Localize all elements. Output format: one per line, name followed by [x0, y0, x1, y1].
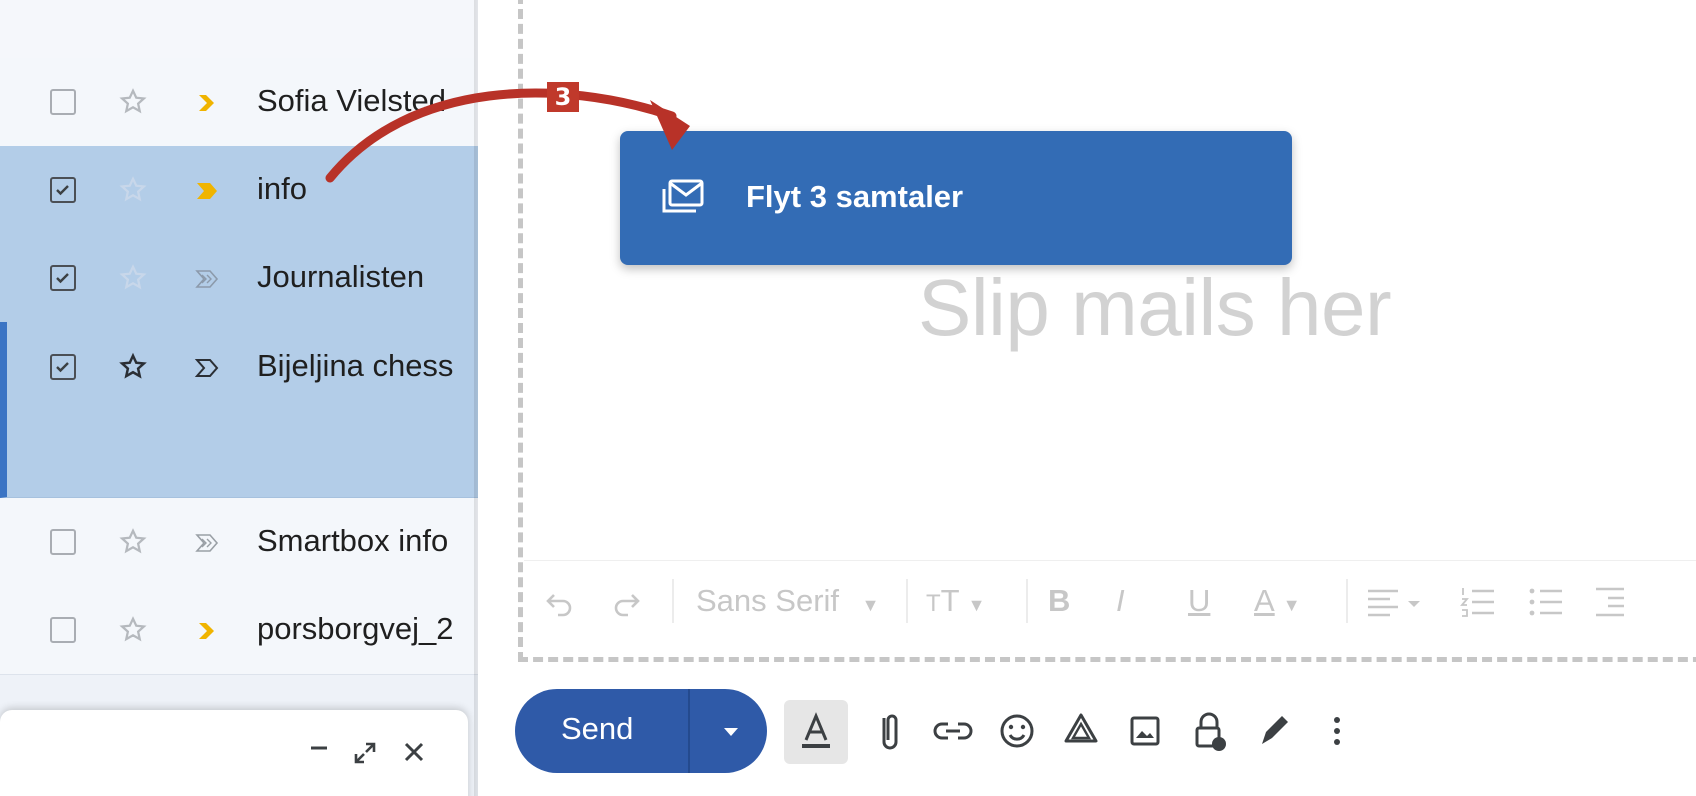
numbered-list-icon[interactable] — [1460, 585, 1496, 619]
text-color-button[interactable]: A ▼ — [1254, 583, 1301, 619]
font-family-select[interactable]: Sans Serif ▼ — [696, 583, 879, 619]
star-icon[interactable] — [118, 527, 148, 557]
link-icon[interactable] — [926, 704, 980, 758]
row-checkbox[interactable] — [50, 89, 76, 115]
indent-icon[interactable] — [1594, 585, 1624, 619]
important-marker-icon[interactable] — [193, 357, 221, 379]
text-size-icon[interactable]: TT ▼ — [926, 583, 985, 619]
minimized-compose-window[interactable] — [0, 710, 468, 796]
email-row[interactable]: info — [0, 146, 478, 235]
email-row[interactable]: Sofia Vielsted — [0, 58, 478, 147]
redo-icon[interactable] — [608, 585, 644, 621]
toolbar-divider — [1026, 579, 1028, 623]
send-button[interactable]: Send — [561, 711, 633, 747]
text-color-label: A — [1254, 583, 1275, 618]
signature-icon[interactable] — [1246, 704, 1300, 758]
compose-window: Slip mails her Sans Serif ▼ TT ▼ B I U A ▼ — [478, 0, 1696, 796]
row-checkbox[interactable] — [50, 265, 76, 291]
bold-button[interactable]: B — [1048, 583, 1070, 619]
close-icon[interactable] — [400, 738, 428, 766]
formatting-toolbar: Sans Serif ▼ TT ▼ B I U A ▼ — [524, 560, 1696, 641]
move-to-inbox-icon — [662, 179, 704, 213]
drop-zone-label: Slip mails her — [918, 263, 1392, 352]
italic-button[interactable]: I — [1116, 583, 1125, 619]
emoji-icon[interactable] — [990, 704, 1044, 758]
send-button-group[interactable]: Send — [515, 689, 767, 773]
important-marker-icon[interactable] — [193, 268, 221, 290]
undo-icon[interactable] — [542, 585, 578, 621]
inbox-toolbar — [0, 0, 478, 59]
sender-name: Journalisten — [257, 259, 425, 294]
more-options-icon[interactable] — [1310, 704, 1364, 758]
important-marker-icon[interactable] — [193, 92, 221, 114]
important-marker-icon[interactable] — [193, 180, 221, 202]
confidential-icon[interactable] — [1182, 704, 1236, 758]
toolbar-divider — [672, 579, 674, 623]
row-checkbox[interactable] — [50, 617, 76, 643]
star-icon[interactable] — [118, 615, 148, 645]
row-checkbox[interactable] — [50, 177, 76, 203]
drag-move-tooltip: Flyt 3 samtaler — [620, 131, 1292, 265]
step-number-badge: 3 — [547, 82, 579, 112]
sender-name: porsborgvej_2 — [257, 611, 454, 646]
minimize-icon[interactable] — [306, 738, 332, 764]
toolbar-divider — [906, 579, 908, 623]
schedule-send-dropdown-icon[interactable] — [711, 713, 751, 749]
inbox-list: Sofia Vielsted info Journalisten Bijelji… — [0, 0, 478, 796]
important-marker-icon[interactable] — [193, 532, 221, 554]
chevron-down-icon: ▼ — [861, 595, 880, 615]
drive-icon[interactable] — [1054, 704, 1108, 758]
send-divider — [688, 689, 690, 773]
bulleted-list-icon[interactable] — [1528, 585, 1564, 619]
email-row[interactable]: Journalisten — [0, 234, 478, 323]
important-marker-icon[interactable] — [193, 620, 221, 642]
row-checkbox[interactable] — [50, 529, 76, 555]
star-icon[interactable] — [118, 263, 148, 293]
toolbar-divider — [1346, 579, 1348, 623]
star-icon[interactable] — [118, 175, 148, 205]
text-format-icon[interactable] — [784, 700, 848, 764]
star-icon[interactable] — [118, 352, 148, 382]
sender-name: info — [257, 171, 307, 206]
font-family-label: Sans Serif — [696, 583, 840, 618]
email-row[interactable]: porsborgvej_2 — [0, 586, 478, 675]
row-checkbox[interactable] — [50, 354, 76, 380]
attach-icon[interactable] — [862, 704, 916, 758]
star-icon[interactable] — [118, 87, 148, 117]
underline-button[interactable]: U — [1188, 583, 1210, 619]
email-row[interactable]: Bijeljina chess — [0, 322, 478, 498]
sender-name: Sofia Vielsted — [257, 83, 446, 118]
sender-name: Smartbox info — [257, 523, 449, 558]
drag-move-label: Flyt 3 samtaler — [746, 179, 964, 214]
sender-name: Bijeljina chess — [257, 348, 454, 383]
photo-icon[interactable] — [1118, 704, 1172, 758]
email-row[interactable]: Smartbox info — [0, 498, 478, 587]
expand-icon[interactable] — [350, 738, 380, 768]
align-icon[interactable] — [1366, 587, 1426, 619]
